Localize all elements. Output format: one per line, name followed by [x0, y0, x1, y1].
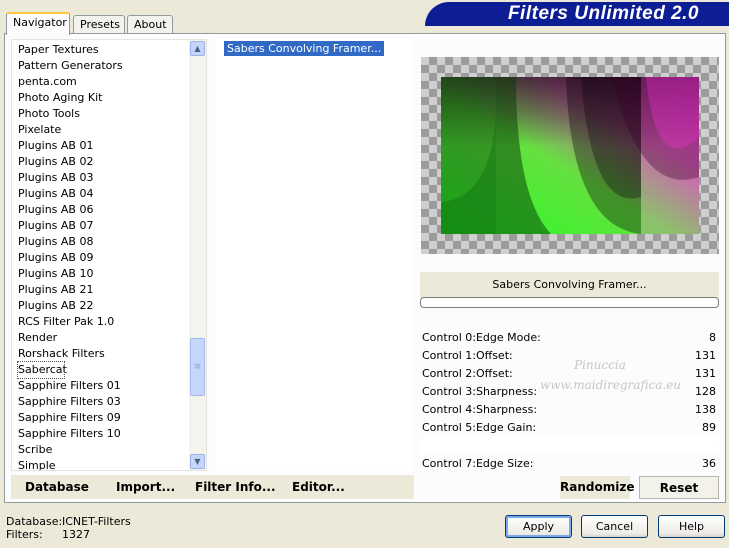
tab-label: Presets	[80, 18, 121, 31]
watermark-line2: www.maidiregrafica.eu	[540, 378, 682, 392]
control-label: Control 3:Sharpness:	[422, 384, 538, 398]
status-info: Database: ICNET-Filters Filters: 1327	[6, 515, 131, 541]
help-button[interactable]: Help	[658, 515, 725, 538]
category-item[interactable]: Plugins AB 07	[18, 218, 206, 234]
selected-filter-title: Sabers Convolving Framer...	[420, 272, 719, 298]
category-item[interactable]: Render	[18, 330, 206, 346]
category-item[interactable]: Sapphire Filters 01	[18, 378, 206, 394]
category-item[interactable]: Sapphire Filters 10	[18, 426, 206, 442]
randomize-button[interactable]: Randomize	[560, 476, 634, 499]
control-label: Control 7:Edge Size:	[422, 456, 534, 470]
import-button[interactable]: Import...	[116, 475, 175, 499]
scroll-thumb[interactable]: ≡	[190, 338, 205, 396]
chevron-down-icon[interactable]: ▼	[190, 454, 205, 469]
category-item[interactable]: Sapphire Filters 09	[18, 410, 206, 426]
category-item[interactable]: Plugins AB 10	[18, 266, 206, 282]
category-item[interactable]: Pixelate	[18, 122, 206, 138]
category-item[interactable]: Plugins AB 01	[18, 138, 206, 154]
control-value: 36	[702, 456, 716, 470]
tab-presets[interactable]: Presets	[73, 15, 125, 34]
editor-button[interactable]: Editor...	[292, 475, 345, 499]
filters-count: 1327	[62, 528, 90, 541]
database-button[interactable]: Database	[25, 475, 89, 499]
filter-item-selected[interactable]: Sabers Convolving Framer...	[224, 41, 385, 56]
tab-label: Navigator	[13, 16, 67, 29]
watermark: Pinuccia www.maidiregrafica.eu	[540, 355, 682, 395]
database-value: ICNET-Filters	[62, 515, 131, 528]
control-label: Control 4:Sharpness:	[422, 402, 538, 416]
category-item[interactable]: Plugins AB 02	[18, 154, 206, 170]
database-label: Database:	[6, 515, 63, 528]
control-label: Control 2:Offset:	[422, 366, 513, 380]
cancel-button[interactable]: Cancel	[581, 515, 648, 538]
control-4-slider[interactable]: Control 4:Sharpness: 138	[420, 400, 719, 418]
category-list[interactable]: Paper Textures Pattern Generators penta.co…	[11, 39, 207, 471]
progress-bar	[420, 297, 719, 308]
filters-label: Filters:	[6, 528, 43, 541]
control-value: 131	[695, 366, 716, 380]
category-item[interactable]: Photo Tools	[18, 106, 206, 122]
control-value: 131	[695, 348, 716, 362]
control-0-slider[interactable]: Control 0:Edge Mode: 8	[420, 328, 719, 346]
category-item[interactable]: Rorshack Filters	[18, 346, 206, 362]
preview-area	[421, 57, 719, 254]
chevron-up-icon[interactable]: ▲	[190, 41, 205, 56]
control-value: 89	[702, 420, 716, 434]
tab-about[interactable]: About	[127, 15, 173, 34]
category-item[interactable]: Sabercat	[17, 361, 67, 379]
preview-image	[441, 77, 699, 234]
watermark-line1: Pinuccia	[574, 358, 626, 372]
category-scrollbar[interactable]: ▲ ≡ ▼	[189, 40, 206, 470]
category-item[interactable]: Plugins AB 04	[18, 186, 206, 202]
category-items: Paper Textures Pattern Generators penta.co…	[12, 40, 206, 470]
control-value: 8	[709, 330, 716, 344]
bottom-toolbar: Database Import... Filter Info... Editor…	[11, 475, 414, 499]
category-item[interactable]: Scribe	[18, 442, 206, 458]
apply-button[interactable]: Apply	[505, 515, 572, 538]
control-label: Control 0:Edge Mode:	[422, 330, 541, 344]
control-value: 128	[695, 384, 716, 398]
category-item[interactable]: Pattern Generators	[18, 58, 206, 74]
category-item[interactable]: Photo Aging Kit	[18, 90, 206, 106]
filter-info-button[interactable]: Filter Info...	[195, 475, 276, 499]
control-label: Control 1:Offset:	[422, 348, 513, 362]
control-value: 138	[695, 402, 716, 416]
control-7-slider[interactable]: Control 7:Edge Size: 36	[420, 454, 719, 472]
category-item[interactable]: Plugins AB 08	[18, 234, 206, 250]
category-item[interactable]: Paper Textures	[18, 42, 206, 58]
grip-icon: ≡	[193, 362, 202, 372]
control-label: Control 5:Edge Gain:	[422, 420, 537, 434]
category-item[interactable]: Plugins AB 09	[18, 250, 206, 266]
control-6-empty	[420, 436, 719, 454]
category-item[interactable]: Plugins AB 21	[18, 282, 206, 298]
category-item[interactable]: Sapphire Filters 03	[18, 394, 206, 410]
app-title-banner: Filters Unlimited 2.0	[425, 2, 729, 26]
reset-button[interactable]: Reset	[639, 476, 719, 499]
category-item[interactable]: Plugins AB 03	[18, 170, 206, 186]
category-item[interactable]: Plugins AB 22	[18, 298, 206, 314]
category-item[interactable]: Simple	[18, 458, 206, 470]
category-item[interactable]: Plugins AB 06	[18, 202, 206, 218]
control-5-slider[interactable]: Control 5:Edge Gain: 89	[420, 418, 719, 436]
category-item[interactable]: penta.com	[18, 74, 206, 90]
tab-label: About	[134, 18, 167, 31]
filter-list[interactable]: Sabers Convolving Framer...	[216, 39, 413, 471]
tab-navigator[interactable]: Navigator	[6, 12, 70, 35]
category-item[interactable]: RCS Filter Pak 1.0	[18, 314, 206, 330]
